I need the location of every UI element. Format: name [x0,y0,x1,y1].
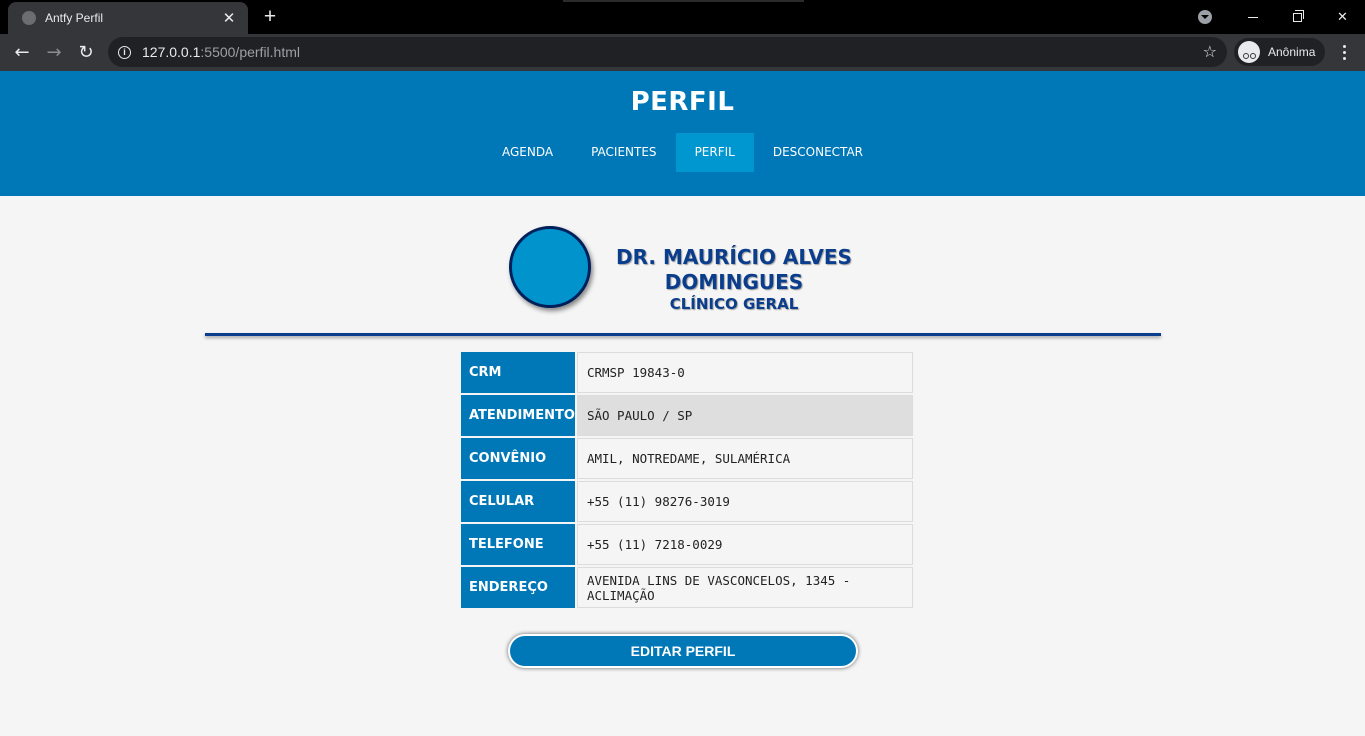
row-value-celular: +55 (11) 98276-3019 [576,481,913,522]
restore-button[interactable] [1275,0,1320,34]
row-label-telefone: TELEFONE [461,524,575,565]
nav-pacientes[interactable]: PACIENTES [572,133,675,172]
restore-icon [1293,9,1304,22]
incognito-profile-button[interactable]: Anônima [1234,38,1326,66]
row-label-celular: CELULAR [461,481,575,522]
row-value-telefone: +55 (11) 7218-0029 [576,524,913,565]
table-row: CONVÊNIO AMIL, NOTREDAME, SULAMÉRICA [461,438,913,479]
close-window-icon: ✕ [1337,9,1348,24]
row-label-endereco: ENDEREÇO [461,567,575,608]
forward-button[interactable]: → [38,37,70,69]
nav-desconectar[interactable]: DESCONECTAR [754,133,882,172]
close-window-button[interactable]: ✕ [1320,0,1365,34]
bookmark-star-icon[interactable]: ☆ [1203,42,1217,61]
window-controls: ✕ [1198,0,1365,34]
globe-icon [22,11,36,25]
new-tab-button[interactable]: + [258,4,282,30]
row-value-atendimento: SÃO PAULO / SP [576,395,913,436]
close-icon[interactable]: ✕ [220,9,238,27]
browser-menu-icon[interactable] [1336,40,1352,64]
main-nav: AGENDA PACIENTES PERFIL DESCONECTAR [0,133,1365,172]
table-row: ENDEREÇO AVENIDA LINS DE VASCONCELOS, 13… [461,567,913,608]
incognito-icon [1238,41,1260,63]
address-bar[interactable]: i 127.0.0.1:5500/perfil.html ☆ [108,37,1227,67]
url-path: :5500/perfil.html [200,44,300,60]
minimize-button[interactable] [1230,0,1275,34]
profile-label: Anônima [1268,45,1316,59]
tab-title: Antfy Perfil [45,11,104,25]
page-title: PERFIL [630,87,735,117]
browser-tab[interactable]: Antfy Perfil ✕ [8,2,248,34]
nav-perfil[interactable]: PERFIL [675,133,754,172]
tab-search-icon[interactable] [1198,10,1212,24]
divider [205,333,1161,336]
row-value-convenio: AMIL, NOTREDAME, SULAMÉRICA [576,438,913,479]
doctor-name-block: DR. MAURÍCIO ALVES DOMINGUES CLÍNICO GER… [614,245,854,313]
doctor-name-line2: DOMINGUES [664,270,804,294]
info-icon[interactable]: i [118,45,131,59]
doctor-name-line1: DR. MAURÍCIO ALVES [616,245,852,269]
row-label-atendimento: ATENDIMENTO [461,395,575,436]
tab-strip-highlight [563,0,804,2]
doctor-specialty: CLÍNICO GERAL [669,295,799,313]
row-label-convenio: CONVÊNIO [461,438,575,479]
profile-info-table: CRM CRMSP 19843-0 ATENDIMENTO SÃO PAULO … [459,350,915,610]
edit-profile-button[interactable]: EDITAR PERFIL [508,634,858,668]
avatar [509,226,591,308]
row-label-crm: CRM [461,352,575,393]
table-row: TELEFONE +55 (11) 7218-0029 [461,524,913,565]
row-value-endereco: AVENIDA LINS DE VASCONCELOS, 1345 - ACLI… [576,567,913,608]
browser-toolbar: ← → ↻ i 127.0.0.1:5500/perfil.html ☆ Anô… [0,34,1365,71]
reload-button[interactable]: ↻ [70,37,102,69]
table-row: CELULAR +55 (11) 98276-3019 [461,481,913,522]
profile-header: DR. MAURÍCIO ALVES DOMINGUES CLÍNICO GER… [0,196,1365,346]
back-button[interactable]: ← [6,37,38,69]
browser-tab-strip: Antfy Perfil ✕ + ✕ [0,0,1365,34]
url-host: 127.0.0.1 [142,44,201,60]
nav-agenda[interactable]: AGENDA [483,133,572,172]
row-value-crm: CRMSP 19843-0 [576,352,913,393]
site-header: PERFIL AGENDA PACIENTES PERFIL DESCONECT… [0,71,1365,196]
minimize-icon [1247,16,1258,18]
table-row: CRM CRMSP 19843-0 [461,352,913,393]
url-text: 127.0.0.1:5500/perfil.html [142,44,300,60]
table-row: ATENDIMENTO SÃO PAULO / SP [461,395,913,436]
